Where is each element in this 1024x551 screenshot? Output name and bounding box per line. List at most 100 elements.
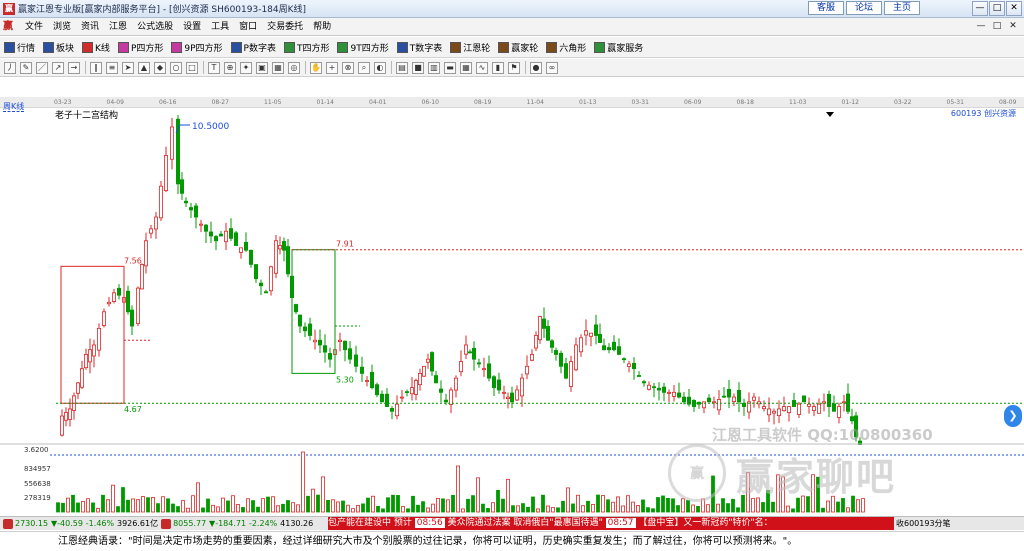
volume-bar xyxy=(81,500,85,513)
grid-icon[interactable]: ▤ xyxy=(396,61,408,74)
menu-browse[interactable]: 浏览 xyxy=(48,18,76,36)
candle-body xyxy=(233,232,238,246)
ray-icon[interactable]: → xyxy=(68,61,80,74)
cycle-icon[interactable]: ◎ xyxy=(288,61,300,74)
hand-icon[interactable]: ✋ xyxy=(310,61,322,74)
candle-body xyxy=(607,347,612,351)
close-button[interactable]: ✕ xyxy=(1006,1,1022,16)
candle-body xyxy=(657,387,662,391)
toolbar-button-12[interactable]: 赢家服务 xyxy=(594,41,643,54)
volume-bar xyxy=(656,497,660,513)
ticker-headline[interactable]: 包产能在建设中 预计 xyxy=(328,518,412,528)
toolbar-button-label: 六角形 xyxy=(559,43,587,54)
candle-body xyxy=(347,348,352,360)
toolbar-button-5[interactable]: P数字表 xyxy=(230,41,276,54)
cursor-icon[interactable]: 丿 xyxy=(4,61,16,74)
bars-icon[interactable]: ▮ xyxy=(492,61,504,74)
menu-tools[interactable]: 工具 xyxy=(206,18,234,36)
diamond-icon[interactable]: ◆ xyxy=(154,61,166,74)
volume-bar xyxy=(116,506,120,513)
ticker-time[interactable]: 08:56 xyxy=(414,518,445,528)
square-icon[interactable]: ▦ xyxy=(272,61,284,74)
volume-bar xyxy=(411,495,415,513)
volume-bar xyxy=(631,501,635,513)
toolbar-button-9[interactable]: 江恩轮 xyxy=(450,41,490,54)
homepage-link[interactable]: 主页 xyxy=(884,1,920,15)
customer-service-link[interactable]: 客服 xyxy=(808,1,844,15)
menu-trade[interactable]: 交易委托 xyxy=(262,18,308,36)
candle-body xyxy=(88,349,93,363)
gann-icon[interactable]: ⊕ xyxy=(224,61,236,74)
structure-box-red xyxy=(60,265,125,404)
color-icon[interactable]: ● xyxy=(530,61,542,74)
volume-bar xyxy=(206,498,210,513)
fib-icon[interactable]: ≡ xyxy=(106,61,118,74)
candle-body xyxy=(752,396,757,401)
candle-body xyxy=(369,371,374,389)
candle-body xyxy=(148,228,153,234)
ticker-headline[interactable]: 美众院通过法案 取消俄白"最惠国待遇" xyxy=(448,518,603,528)
channel-icon[interactable]: ∥ xyxy=(90,61,102,74)
rect-icon[interactable]: □ xyxy=(186,61,198,74)
candle-body xyxy=(496,379,501,391)
volume-bar xyxy=(491,502,495,513)
ticker-time[interactable]: 08:57 xyxy=(605,518,636,528)
sz-index-value[interactable]: 8055.77 xyxy=(173,519,206,528)
zoom-icon[interactable]: ⌕ xyxy=(358,61,370,74)
toolbar-button-1[interactable]: 板块 xyxy=(43,41,74,54)
ticker-headline[interactable]: 【盘中宝】又一新冠药"特价"名： xyxy=(638,518,772,528)
menu-gann[interactable]: 江恩 xyxy=(104,18,132,36)
tri-icon[interactable]: ▲ xyxy=(138,61,150,74)
child-restore-button[interactable]: □ xyxy=(990,20,1004,33)
period-selector[interactable]: 周K线 xyxy=(3,101,25,112)
box-icon[interactable]: ▣ xyxy=(256,61,268,74)
magnet-icon[interactable]: ⊗ xyxy=(342,61,354,74)
menu-news[interactable]: 资讯 xyxy=(76,18,104,36)
line-icon[interactable]: ／ xyxy=(36,61,48,74)
toolbar-button-2[interactable]: K线 xyxy=(82,41,110,54)
calc-icon[interactable]: ▦ xyxy=(460,61,472,74)
app-logo-icon: 赢 xyxy=(3,2,15,15)
tick-detail-label[interactable]: 收600193分笔 xyxy=(896,517,951,530)
child-minimize-button[interactable]: — xyxy=(974,20,988,33)
news-ticker[interactable]: 包产能在建设中 预计 08:56 美众院通过法案 取消俄白"最惠国待遇" 08:… xyxy=(328,517,894,530)
toolbar-button-7[interactable]: 9T四方形 xyxy=(337,41,389,54)
forum-link[interactable]: 论坛 xyxy=(846,1,882,15)
side-expand-arrow-icon[interactable]: ❯ xyxy=(1004,405,1022,427)
palette-icon[interactable]: ◐ xyxy=(374,61,386,74)
menu-file[interactable]: 文件 xyxy=(20,18,48,36)
candle-body xyxy=(782,406,787,412)
print-icon[interactable]: ▥ xyxy=(428,61,440,74)
cross-icon[interactable]: + xyxy=(326,61,338,74)
monitor-icon[interactable]: ▬ xyxy=(444,61,456,74)
draw-icon[interactable]: ✎ xyxy=(20,61,32,74)
maximize-button[interactable]: □ xyxy=(989,1,1005,16)
minimize-button[interactable]: — xyxy=(972,1,988,16)
toolbar-button-0[interactable]: 行情 xyxy=(4,41,35,54)
kline-chart[interactable]: 10.50003.62007.917.565.304.67 xyxy=(0,115,1024,445)
text-icon[interactable]: T xyxy=(208,61,220,74)
menu-formula[interactable]: 公式选股 xyxy=(132,18,178,36)
toolbar-button-10[interactable]: 赢家轮 xyxy=(498,41,538,54)
arrow-icon[interactable]: ➤ xyxy=(122,61,134,74)
toolbar-button-6[interactable]: T四方形 xyxy=(283,41,329,54)
save-icon[interactable]: ■ xyxy=(412,61,424,74)
volume-bar xyxy=(241,507,245,513)
fan-icon[interactable]: ✦ xyxy=(240,61,252,74)
flag-icon[interactable]: ⚑ xyxy=(508,61,520,74)
toolbar-button-8[interactable]: T数字表 xyxy=(396,41,442,54)
link-icon[interactable]: ∞ xyxy=(546,61,558,74)
child-close-button[interactable]: ✕ xyxy=(1006,20,1020,33)
wave-icon[interactable]: ∿ xyxy=(476,61,488,74)
period-label[interactable]: 周K线 xyxy=(3,102,25,112)
toolbar-button-11[interactable]: 六角形 xyxy=(546,41,586,54)
trend-icon[interactable]: ↗ xyxy=(52,61,64,74)
sh-index-value[interactable]: 2730.15 xyxy=(15,519,48,528)
circle-icon[interactable]: ○ xyxy=(170,61,182,74)
toolbar-button-4[interactable]: 9P四方形 xyxy=(171,41,223,54)
toolbar-button-3[interactable]: P四方形 xyxy=(117,41,163,54)
candle-body xyxy=(379,393,384,403)
menu-help[interactable]: 帮助 xyxy=(308,18,336,36)
menu-window[interactable]: 窗口 xyxy=(234,18,262,36)
menu-settings[interactable]: 设置 xyxy=(178,18,206,36)
